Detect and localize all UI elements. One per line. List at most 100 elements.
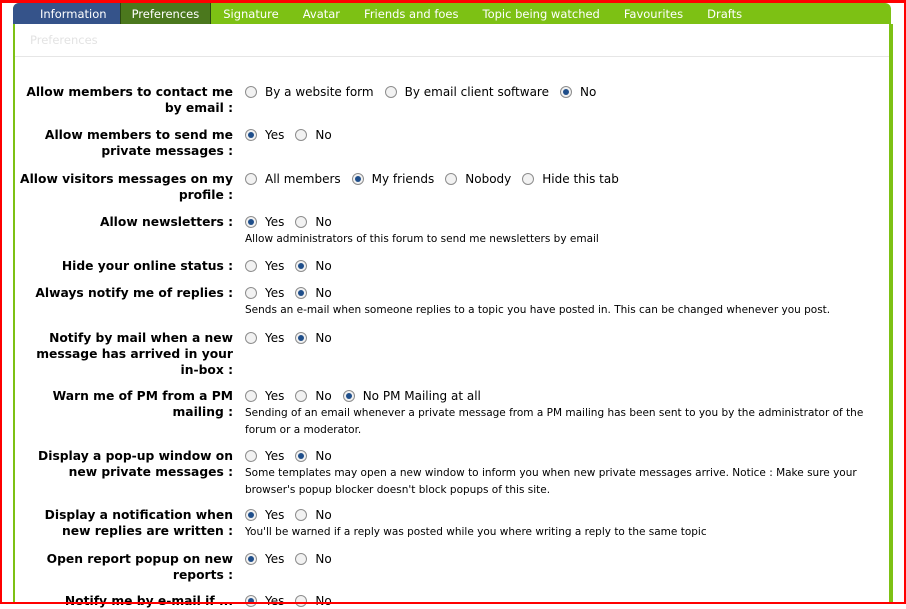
radio-button[interactable] bbox=[295, 129, 308, 141]
radio-option-label: No bbox=[315, 508, 332, 522]
radio-option-no[interactable]: No bbox=[295, 389, 332, 403]
radio-option-yes[interactable]: Yes bbox=[245, 389, 284, 403]
radio-option-no[interactable]: No bbox=[295, 552, 332, 566]
radio-option-label: Yes bbox=[265, 215, 285, 229]
radio-option-all-members[interactable]: All members bbox=[245, 172, 341, 186]
radio-option-label: Yes bbox=[265, 286, 285, 300]
radio-option-my-friends[interactable]: My friends bbox=[351, 172, 434, 186]
radio-group: All members My friends Nobody Hide this tab bbox=[245, 171, 875, 187]
radio-option-yes[interactable]: Yes bbox=[245, 508, 284, 522]
radio-option-label: No bbox=[315, 389, 332, 403]
radio-button[interactable] bbox=[295, 287, 308, 299]
preference-help-text: Sending of an email whenever a private m… bbox=[245, 407, 864, 436]
radio-option-label: No bbox=[315, 552, 332, 566]
preference-label: Allow members to send me private message… bbox=[44, 128, 233, 158]
radio-option-label: Yes bbox=[265, 449, 285, 463]
radio-button[interactable] bbox=[295, 390, 308, 402]
radio-button[interactable] bbox=[245, 450, 257, 462]
radio-button[interactable] bbox=[295, 332, 308, 344]
radio-option-yes[interactable]: Yes bbox=[245, 286, 284, 300]
radio-option-yes[interactable]: Yes bbox=[245, 331, 284, 345]
tab-preferences[interactable]: Preferences bbox=[119, 3, 212, 24]
tab-signature[interactable]: Signature bbox=[211, 3, 290, 24]
radio-option-no[interactable]: No bbox=[295, 449, 332, 463]
tab-favourites[interactable]: Favourites bbox=[612, 3, 695, 24]
preference-help-text: You'll be warned if a reply was posted w… bbox=[245, 526, 707, 538]
radio-button[interactable] bbox=[295, 509, 308, 521]
tab-avatar[interactable]: Avatar bbox=[291, 3, 352, 24]
preference-label: Hide your online status : bbox=[61, 259, 233, 273]
radio-button[interactable] bbox=[245, 86, 257, 98]
radio-option-yes[interactable]: Yes bbox=[245, 259, 284, 273]
radio-button[interactable] bbox=[351, 173, 364, 185]
preference-field: Yes No Allow administrators of this forum … bbox=[245, 214, 875, 248]
radio-option-nobody[interactable]: Nobody bbox=[445, 172, 511, 186]
radio-button[interactable] bbox=[384, 86, 397, 98]
radio-button[interactable] bbox=[245, 287, 257, 299]
radio-option-no[interactable]: No bbox=[295, 594, 332, 608]
radio-option-no-pm-mailing-at-all[interactable]: No PM Mailing at all bbox=[342, 389, 481, 403]
radio-option-no[interactable]: No bbox=[559, 85, 597, 99]
radio-button[interactable] bbox=[295, 260, 308, 272]
radio-group: By a website form By email client softwar… bbox=[245, 84, 875, 100]
radio-option-yes[interactable]: Yes bbox=[245, 594, 284, 608]
radio-option-no[interactable]: No bbox=[295, 215, 332, 229]
preference-label: Allow members to contact me by email : bbox=[26, 85, 233, 115]
tab-information[interactable]: Information bbox=[13, 3, 120, 24]
radio-group: Yes No No PM Mailing at all bbox=[245, 388, 875, 404]
preference-field: All members My friends Nobody Hide this tab bbox=[245, 171, 875, 187]
radio-option-label: Yes bbox=[265, 552, 285, 566]
preference-label: Warn me of PM from a PM mailing : bbox=[52, 389, 233, 419]
radio-button[interactable] bbox=[245, 332, 257, 344]
radio-button[interactable] bbox=[245, 509, 257, 521]
radio-option-no[interactable]: No bbox=[295, 286, 332, 300]
radio-button[interactable] bbox=[245, 260, 257, 272]
preference-label: Allow visitors messages on my profile : bbox=[20, 172, 233, 202]
radio-option-label: No bbox=[579, 85, 597, 99]
section-title: Preferences bbox=[30, 33, 98, 47]
radio-option-no[interactable]: No bbox=[295, 508, 332, 522]
radio-button[interactable] bbox=[245, 216, 257, 228]
radio-button[interactable] bbox=[245, 553, 257, 565]
radio-group: Yes No bbox=[245, 127, 875, 143]
radio-option-label: No bbox=[315, 594, 332, 608]
preference-help-text: Allow administrators of this forum to se… bbox=[245, 233, 599, 245]
radio-option-yes[interactable]: Yes bbox=[245, 449, 284, 463]
preference-field: Yes No No PM Mailing at all Sending of an e… bbox=[245, 388, 875, 439]
radio-button[interactable] bbox=[342, 390, 355, 402]
radio-button[interactable] bbox=[245, 129, 257, 141]
radio-option-hide-this-tab[interactable]: Hide this tab bbox=[522, 172, 619, 186]
radio-button[interactable] bbox=[295, 553, 308, 565]
radio-button[interactable] bbox=[295, 595, 308, 607]
radio-option-yes[interactable]: Yes bbox=[245, 215, 284, 229]
preference-label: Notify me by e-mail if ... bbox=[64, 594, 233, 608]
radio-button[interactable] bbox=[559, 86, 572, 98]
radio-button[interactable] bbox=[445, 173, 458, 185]
panel-border-right bbox=[889, 24, 893, 604]
radio-button[interactable] bbox=[295, 450, 308, 462]
preference-field: Yes No Sends an e-mail when someone replie… bbox=[245, 285, 875, 319]
radio-option-yes[interactable]: Yes bbox=[245, 552, 284, 566]
radio-option-no[interactable]: No bbox=[295, 259, 332, 273]
radio-button[interactable] bbox=[245, 390, 257, 402]
tab-drafts[interactable]: Drafts bbox=[695, 3, 754, 24]
radio-option-yes[interactable]: Yes bbox=[245, 128, 284, 142]
radio-button[interactable] bbox=[245, 595, 257, 607]
radio-button[interactable] bbox=[522, 173, 535, 185]
tab-topic-being-watched[interactable]: Topic being watched bbox=[471, 3, 612, 24]
tab-friends-and-foes[interactable]: Friends and foes bbox=[352, 3, 470, 24]
radio-option-label: No bbox=[315, 449, 332, 463]
radio-option-no[interactable]: No bbox=[295, 128, 332, 142]
radio-option-label: No PM Mailing at all bbox=[362, 389, 481, 403]
preference-label: Allow newsletters : bbox=[99, 215, 233, 229]
radio-option-no[interactable]: No bbox=[295, 331, 332, 345]
preference-field: Yes No bbox=[245, 593, 875, 609]
radio-option-by-email-client-software[interactable]: By email client software bbox=[384, 85, 549, 99]
radio-option-by-a-website-form[interactable]: By a website form bbox=[245, 85, 374, 99]
radio-button[interactable] bbox=[245, 173, 257, 185]
radio-group: Yes No bbox=[245, 593, 875, 609]
preference-label: Display a pop-up window on new private m… bbox=[38, 449, 233, 479]
radio-group: Yes No bbox=[245, 214, 875, 230]
preference-help-text: Sends an e-mail when someone replies to … bbox=[245, 304, 831, 316]
radio-button[interactable] bbox=[295, 216, 308, 228]
